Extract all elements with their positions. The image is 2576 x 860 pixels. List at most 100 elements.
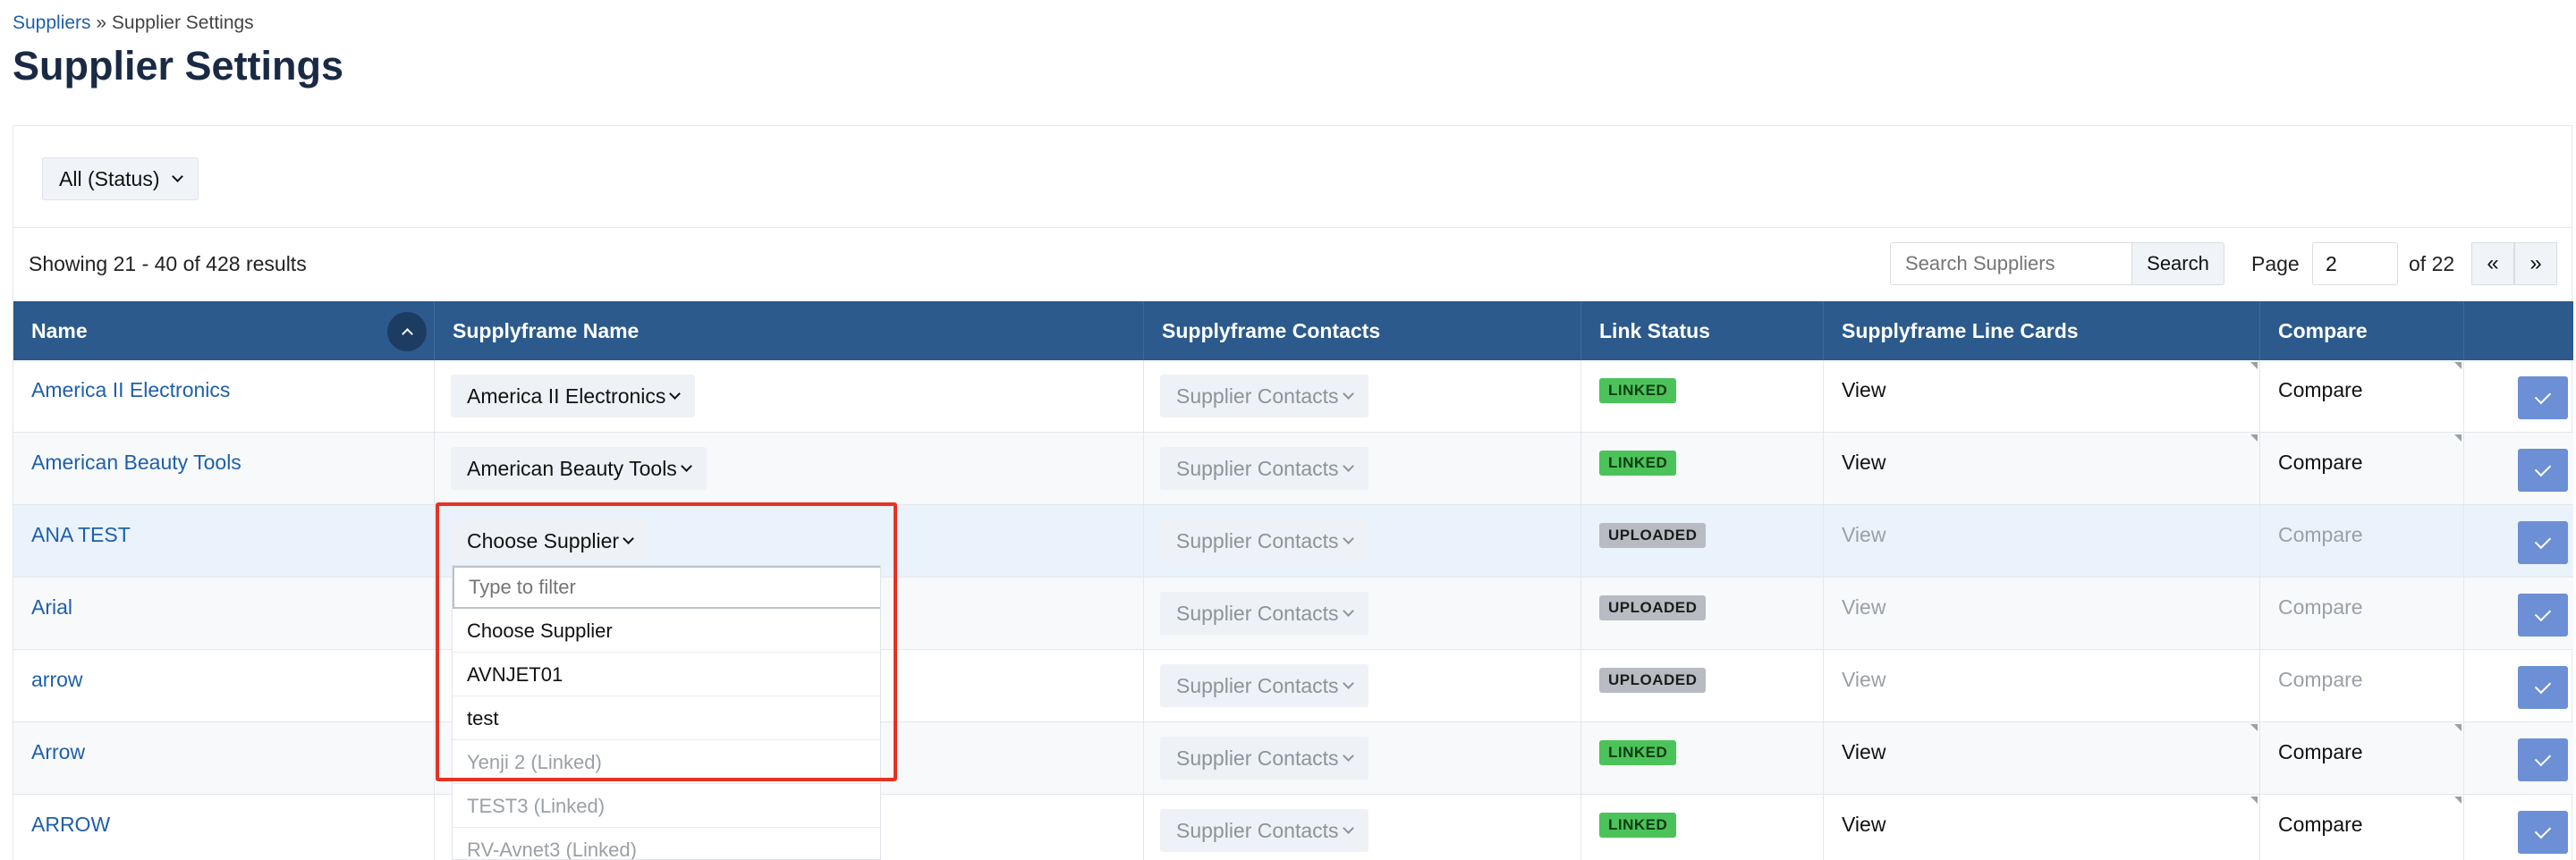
- corner-indicator-icon: [2454, 724, 2462, 731]
- supplier-name-link[interactable]: Arrow: [31, 740, 85, 764]
- line-cards-view-link[interactable]: View: [1842, 813, 1885, 837]
- next-page-button[interactable]: »: [2514, 242, 2557, 285]
- supplier-contacts-dropdown[interactable]: Supplier Contacts: [1160, 737, 1368, 780]
- chevron-down-icon: [1342, 750, 1354, 762]
- search-input[interactable]: [1890, 242, 2131, 285]
- corner-indicator-icon: [2250, 362, 2258, 369]
- supplier-dropdown-menu: Choose Supplier AVNJET01 test Yenji 2 (L…: [452, 565, 881, 860]
- chevron-down-icon: [1342, 678, 1354, 689]
- chevron-down-icon: [1342, 460, 1354, 472]
- chevron-down-icon: [669, 388, 682, 400]
- supplier-contacts-dropdown[interactable]: Supplier Contacts: [1160, 447, 1368, 490]
- supplier-name-link[interactable]: ARROW: [31, 813, 110, 837]
- supplyframe-name-dropdown[interactable]: Choose Supplier: [451, 519, 649, 562]
- corner-indicator-icon: [2250, 797, 2258, 804]
- table-header: Name Supplyframe Name Supplyframe Contac…: [13, 301, 2573, 360]
- dropdown-option[interactable]: Choose Supplier: [453, 609, 880, 653]
- filter-bar: All (Status): [13, 126, 2572, 228]
- column-header-link-status: Link Status: [1581, 301, 1824, 360]
- status-badge: UPLOADED: [1599, 523, 1707, 548]
- chevron-up-icon: [401, 328, 413, 340]
- chevron-down-icon: [680, 460, 692, 472]
- confirm-button[interactable]: [2518, 521, 2568, 564]
- dropdown-option-disabled: TEST3 (Linked): [453, 784, 880, 828]
- confirm-button[interactable]: [2518, 376, 2568, 419]
- line-cards-view-link[interactable]: View: [1842, 378, 1885, 402]
- check-icon: [2534, 749, 2552, 767]
- chevron-down-icon: [1342, 822, 1354, 834]
- supplier-name-link[interactable]: America II Electronics: [31, 378, 230, 402]
- status-badge: LINKED: [1599, 740, 1677, 765]
- supplier-name-link[interactable]: American Beauty Tools: [31, 451, 242, 475]
- chevron-down-icon: [623, 533, 634, 544]
- results-count: Showing 21 - 40 of 428 results: [29, 252, 307, 275]
- supplyframe-name-dropdown[interactable]: America II Electronics: [451, 375, 696, 417]
- check-icon: [2534, 822, 2552, 839]
- check-icon: [2534, 677, 2552, 695]
- supplier-contacts-dropdown[interactable]: Supplier Contacts: [1160, 519, 1368, 562]
- corner-indicator-icon: [2250, 434, 2258, 442]
- compare-link[interactable]: Compare: [2278, 451, 2363, 475]
- line-cards-view-link[interactable]: View: [1842, 451, 1885, 475]
- table-row: ARROW Supplier Contacts LINKED View Comp…: [13, 795, 2573, 860]
- sort-button[interactable]: [387, 312, 427, 351]
- page-total: of 22: [2409, 252, 2455, 275]
- chevron-down-icon: [1342, 533, 1354, 544]
- table-row: America II Electronics America II Electr…: [13, 360, 2573, 433]
- supplier-contacts-dropdown[interactable]: Supplier Contacts: [1160, 375, 1368, 417]
- dropdown-option-disabled: RV-Avnet3 (Linked): [453, 828, 880, 859]
- dropdown-filter-input[interactable]: [453, 566, 880, 609]
- supplier-contacts-dropdown[interactable]: Supplier Contacts: [1160, 809, 1368, 852]
- table-row: Arrow Supplier Contacts LINKED View Comp…: [13, 722, 2573, 795]
- line-cards-view-link: View: [1842, 523, 1886, 546]
- check-icon: [2534, 387, 2552, 405]
- supplier-name-link[interactable]: ANA TEST: [31, 523, 131, 547]
- table-row: arrow Supplier Contacts UPLOADED View Co…: [13, 650, 2573, 722]
- confirm-button[interactable]: [2518, 666, 2568, 709]
- supplier-contacts-dropdown[interactable]: Supplier Contacts: [1160, 664, 1368, 707]
- corner-indicator-icon: [2250, 724, 2258, 731]
- breadcrumb-current: Supplier Settings: [111, 13, 254, 33]
- status-badge: UPLOADED: [1599, 668, 1707, 693]
- search-button[interactable]: Search: [2131, 242, 2224, 285]
- chevron-down-icon: [172, 171, 184, 182]
- line-cards-view-link[interactable]: View: [1842, 740, 1885, 764]
- compare-link[interactable]: Compare: [2278, 378, 2363, 402]
- column-header-actions: [2464, 301, 2573, 360]
- table-row: ANA TEST Choose Supplier Supplier Contac…: [13, 505, 2573, 578]
- prev-page-button[interactable]: «: [2471, 242, 2514, 285]
- confirm-button[interactable]: [2518, 594, 2568, 637]
- status-filter-dropdown[interactable]: All (Status): [42, 157, 199, 200]
- supplier-name-link[interactable]: Arial: [31, 595, 72, 620]
- supplier-contacts-dropdown[interactable]: Supplier Contacts: [1160, 592, 1368, 635]
- page-number-input[interactable]: [2312, 242, 2398, 285]
- compare-link[interactable]: Compare: [2278, 813, 2363, 837]
- confirm-button[interactable]: [2518, 738, 2568, 781]
- corner-indicator-icon: [2454, 434, 2462, 442]
- corner-indicator-icon: [2454, 797, 2462, 804]
- column-header-name[interactable]: Name: [13, 301, 435, 360]
- status-badge: UPLOADED: [1599, 595, 1707, 620]
- compare-link[interactable]: Compare: [2278, 740, 2363, 764]
- corner-indicator-icon: [2454, 362, 2462, 369]
- column-header-line-cards: Supplyframe Line Cards: [1824, 301, 2260, 360]
- suppliers-panel: All (Status) Showing 21 - 40 of 428 resu…: [13, 125, 2573, 860]
- dropdown-option[interactable]: test: [453, 696, 880, 740]
- column-header-compare: Compare: [2260, 301, 2464, 360]
- dropdown-option[interactable]: AVNJET01: [453, 653, 880, 696]
- line-cards-view-link: View: [1842, 668, 1886, 691]
- page-title: Supplier Settings: [13, 43, 344, 89]
- dropdown-option-disabled: Yenji 2 (Linked): [453, 740, 880, 784]
- breadcrumb-link-suppliers[interactable]: Suppliers: [13, 13, 91, 33]
- table-row: American Beauty Tools American Beauty To…: [13, 433, 2573, 505]
- supplier-name-link[interactable]: arrow: [31, 668, 83, 692]
- status-badge: LINKED: [1599, 813, 1677, 838]
- page-label: Page: [2251, 252, 2300, 275]
- check-icon: [2534, 604, 2552, 622]
- supplyframe-name-dropdown[interactable]: American Beauty Tools: [451, 447, 707, 490]
- line-cards-view-link: View: [1842, 595, 1886, 619]
- confirm-button[interactable]: [2518, 449, 2568, 492]
- compare-link: Compare: [2278, 595, 2363, 619]
- confirm-button[interactable]: [2518, 811, 2568, 854]
- compare-link: Compare: [2278, 668, 2363, 691]
